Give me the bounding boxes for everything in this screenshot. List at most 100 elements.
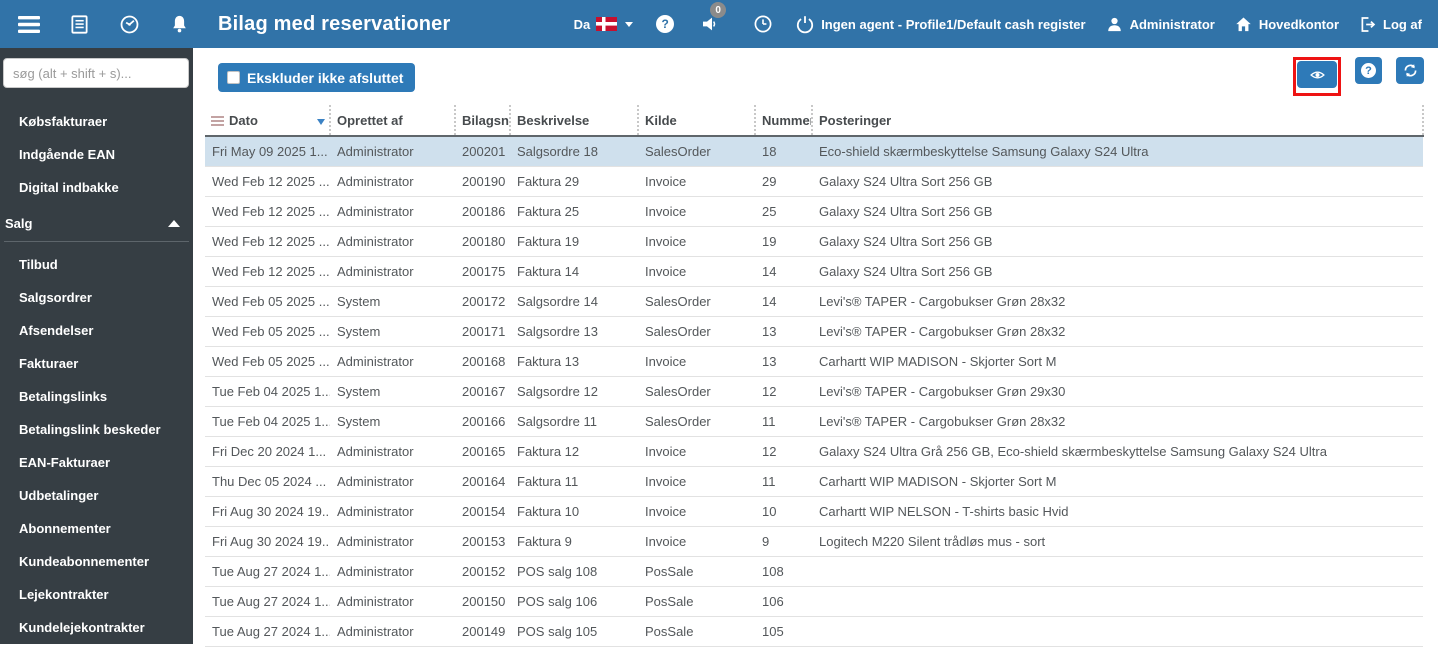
language-selector[interactable]: Da — [574, 17, 634, 32]
column-header-oprettet-af[interactable]: Oprettet af — [329, 105, 455, 137]
sidebar-item-fakturaer[interactable]: Fakturaer — [0, 347, 193, 380]
sidebar-divider — [4, 241, 189, 242]
cell-kilde: Invoice — [638, 496, 755, 527]
sidebar-item-indgaende-ean[interactable]: Indgående EAN — [0, 138, 193, 171]
journal-icon[interactable] — [66, 11, 92, 37]
notifications-bell-icon[interactable] — [166, 11, 192, 37]
search-input[interactable] — [3, 58, 189, 88]
table-row[interactable]: Wed Feb 05 2025 ... System 200172 Salgsordr… — [205, 286, 1423, 317]
cell-posteringer — [812, 586, 1423, 617]
sidebar-item-tilbud[interactable]: Tilbud — [0, 248, 193, 281]
cell-nummer: 14 — [755, 256, 812, 287]
history-clock-icon[interactable] — [750, 11, 776, 37]
sidebar-item-kundelejekontrakter[interactable]: Kundelejekontrakter — [0, 611, 193, 644]
column-header-beskrivelse[interactable]: Beskrivelse — [509, 105, 638, 137]
cell-nummer: 108 — [755, 556, 812, 587]
column-header-dato[interactable]: Dato — [205, 105, 330, 137]
cell-beskrivelse: Faktura 29 — [510, 166, 638, 197]
sidebar-item-kundeabonnementer[interactable]: Kundeabonnementer — [0, 545, 193, 578]
sidebar-section-list: Tilbud Salgsordrer Afsendelser Fakturaer Bet… — [0, 248, 193, 644]
sidebar-item-salgsordrer[interactable]: Salgsordrer — [0, 281, 193, 314]
table-row[interactable]: Wed Feb 12 2025 ... Administrator 200186 Fa… — [205, 196, 1423, 227]
cell-kilde: SalesOrder — [638, 316, 755, 347]
table-row[interactable]: Tue Aug 27 2024 1... Administrator 200152 P… — [205, 556, 1423, 587]
column-header-bilagsnr[interactable]: Bilagsnr — [454, 105, 510, 137]
table-row[interactable]: Tue Feb 04 2025 1... System 200166 Salgsord… — [205, 406, 1423, 437]
table-row[interactable]: Wed Feb 12 2025 ... Administrator 200180 Fa… — [205, 226, 1423, 257]
cell-kilde: Invoice — [638, 256, 755, 287]
cell-dato: Wed Feb 12 2025 ... — [205, 166, 330, 197]
cell-beskrivelse: Salgsordre 14 — [510, 286, 638, 317]
visibility-button[interactable] — [1297, 61, 1337, 88]
top-bar: Bilag med reservationer Da ? 0 Ingen age… — [0, 0, 1438, 48]
table-row[interactable]: Fri Aug 30 2024 19... Administrator 200153… — [205, 526, 1423, 557]
logout-button[interactable]: Log af — [1358, 15, 1422, 34]
column-header-kilde[interactable]: Kilde — [637, 105, 755, 137]
table-row[interactable]: Thu Dec 05 2024 ... Administrator 200164 Fa… — [205, 466, 1423, 497]
table-row[interactable]: Wed Feb 05 2025 ... System 200171 Salgsordr… — [205, 316, 1423, 347]
sidebar-item-kobsfakturaer[interactable]: Købsfakturaer — [0, 105, 193, 138]
cell-oprettet-af: Administrator — [330, 496, 455, 527]
main-content: Ekskluder ikke afsluttet ? Dato Oprettet… — [193, 48, 1438, 647]
menu-icon[interactable] — [16, 11, 42, 37]
exclude-unfinished-button[interactable]: Ekskluder ikke afsluttet — [218, 63, 416, 92]
table-row[interactable]: Wed Feb 12 2025 ... Administrator 200175 Fa… — [205, 256, 1423, 287]
cell-beskrivelse: Faktura 11 — [510, 466, 638, 497]
sound-icon[interactable]: 0 — [697, 2, 727, 37]
help-icon[interactable]: ? — [652, 11, 678, 37]
cell-nummer: 13 — [755, 346, 812, 377]
cell-beskrivelse: Salgsordre 13 — [510, 316, 638, 347]
exclude-label: Ekskluder ikke afsluttet — [247, 69, 404, 86]
cell-bilagsnr: 200168 — [455, 346, 510, 377]
cell-beskrivelse: Faktura 12 — [510, 436, 638, 467]
sidebar-item-betalingslink-beskeder[interactable]: Betalingslink beskeder — [0, 413, 193, 446]
cell-dato: Wed Feb 05 2025 ... — [205, 286, 330, 317]
cell-nummer: 25 — [755, 196, 812, 227]
sidebar-item-lejekontrakter[interactable]: Lejekontrakter — [0, 578, 193, 611]
cell-nummer: 18 — [755, 136, 812, 167]
exclude-checkbox[interactable] — [227, 71, 240, 84]
sidebar-item-udbetalinger[interactable]: Udbetalinger — [0, 479, 193, 512]
refresh-button[interactable] — [1396, 57, 1424, 84]
dashboard-gauge-icon[interactable] — [116, 11, 142, 37]
table-row[interactable]: Fri Dec 20 2024 1... Administrator 200165 F… — [205, 436, 1423, 467]
sidebar-item-digital-indbakke[interactable]: Digital indbakke — [0, 171, 193, 204]
sidebar-section-label: Salg — [5, 215, 33, 231]
sidebar-item-afsendelser[interactable]: Afsendelser — [0, 314, 193, 347]
sidebar-section-salg[interactable]: Salg — [0, 208, 193, 238]
cell-dato: Fri Aug 30 2024 19... — [205, 496, 330, 527]
table-row[interactable]: Fri Aug 30 2024 19... Administrator 200154… — [205, 496, 1423, 527]
cell-oprettet-af: Administrator — [330, 466, 455, 497]
table-row[interactable]: Wed Feb 12 2025 ... Administrator 200190 Fa… — [205, 166, 1423, 197]
sidebar: KøbsfakturaerIndgående EANDigital indbak… — [0, 48, 193, 644]
user-menu[interactable]: Administrator — [1105, 15, 1215, 34]
cell-oprettet-af: System — [330, 406, 455, 437]
columns-grid-icon[interactable] — [211, 115, 224, 126]
cell-oprettet-af: System — [330, 376, 455, 407]
cell-posteringer: Galaxy S24 Ultra Sort 256 GB — [812, 166, 1423, 197]
cell-bilagsnr: 200153 — [455, 526, 510, 557]
table-row[interactable]: Fri May 09 2025 1... Administrator 200201 S… — [205, 136, 1423, 167]
chevron-down-icon — [625, 21, 634, 27]
sidebar-item-abonnementer[interactable]: Abonnementer — [0, 512, 193, 545]
table-row[interactable]: Tue Aug 27 2024 1... Administrator 200149 P… — [205, 616, 1423, 647]
help-button[interactable]: ? — [1355, 57, 1382, 84]
cell-beskrivelse: Salgsordre 12 — [510, 376, 638, 407]
logout-label: Log af — [1383, 16, 1422, 32]
cell-beskrivelse: POS salg 108 — [510, 556, 638, 587]
sidebar-item-betalingslinks[interactable]: Betalingslinks — [0, 380, 193, 413]
table-row[interactable]: Wed Feb 05 2025 ... Administrator 200168 Fa… — [205, 346, 1423, 377]
office-menu[interactable]: Hovedkontor — [1234, 15, 1339, 34]
cell-oprettet-af: Administrator — [330, 256, 455, 287]
sidebar-item-ean-fakturaer[interactable]: EAN-Fakturaer — [0, 446, 193, 479]
cell-bilagsnr: 200167 — [455, 376, 510, 407]
table-row[interactable]: Tue Aug 27 2024 1... Administrator 200150 P… — [205, 586, 1423, 617]
agent-status[interactable]: Ingen agent - Profile1/Default cash regi… — [795, 14, 1086, 34]
cell-dato: Fri May 09 2025 1... — [205, 136, 330, 167]
column-header-nummer[interactable]: Nummer — [754, 105, 812, 137]
column-header-posteringer[interactable]: Posteringer — [811, 105, 1424, 137]
cell-beskrivelse: Faktura 19 — [510, 226, 638, 257]
table-row[interactable]: Tue Feb 04 2025 1... System 200167 Salgsord… — [205, 376, 1423, 407]
question-icon: ? — [1361, 63, 1376, 78]
cell-dato: Tue Feb 04 2025 1... — [205, 376, 330, 407]
